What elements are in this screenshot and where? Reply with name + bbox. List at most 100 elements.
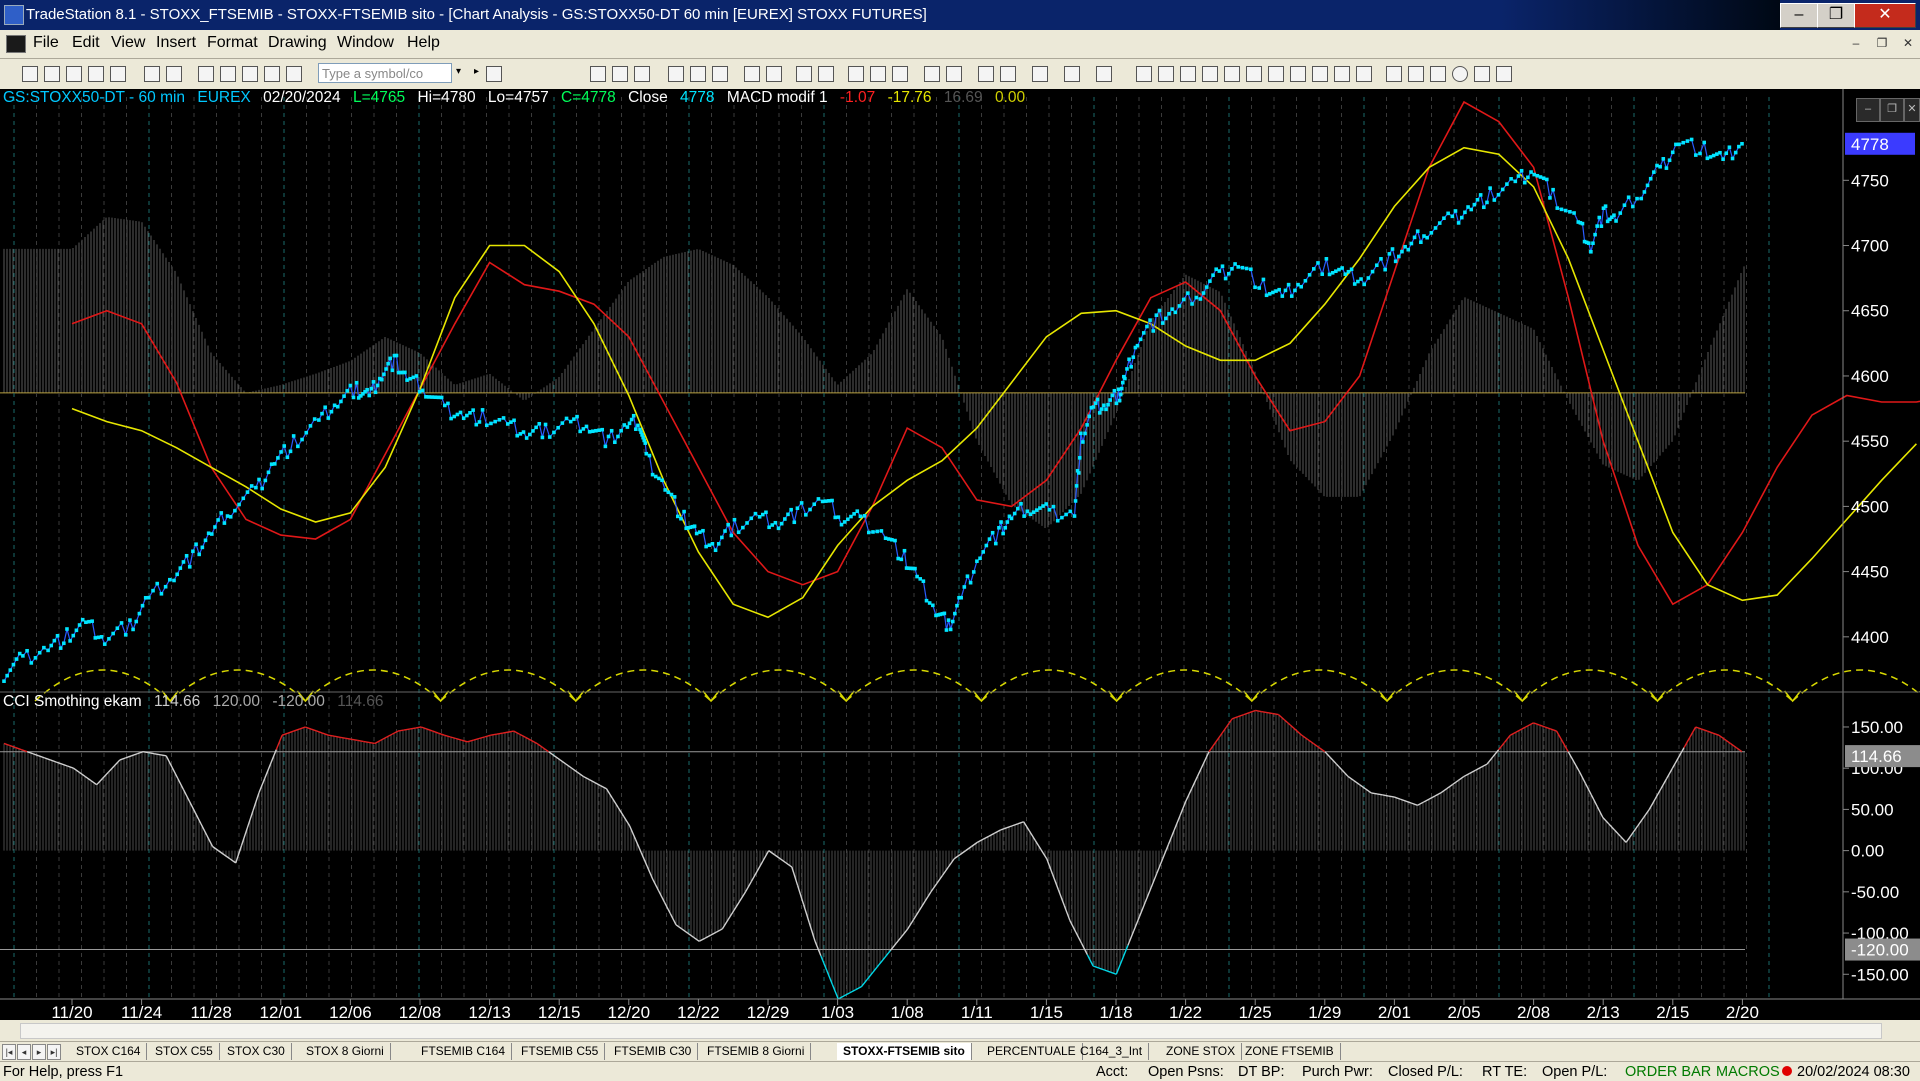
text-icon[interactable] [1496,66,1512,82]
pointer-icon[interactable] [978,66,994,82]
menu-edit[interactable]: Edit [72,34,100,52]
close-price-point [525,436,529,440]
close-price-point [53,639,57,643]
tab-stox-8-giorni[interactable]: STOX 8 Giorni [300,1043,391,1060]
tab-stoxx-ftsemib-sito[interactable]: STOXX-FTSEMIB sito [837,1043,972,1060]
trendline-icon[interactable] [1136,66,1152,82]
tab-c164-3-int[interactable]: C164_3_Int [1074,1043,1149,1060]
rectangle-icon[interactable] [1474,66,1490,82]
paste-icon[interactable] [110,66,126,82]
close-price-point [859,515,863,519]
buy-arrow-icon[interactable] [1386,66,1402,82]
horizontal-lines-icon[interactable] [1180,66,1196,82]
expand-icon[interactable] [892,66,908,82]
menu-window[interactable]: Window [337,34,394,52]
mdi-minimize-button[interactable]: ‒ [1846,34,1866,52]
insert-study-icon[interactable] [796,66,812,82]
speed-lines-icon[interactable] [1224,66,1240,82]
order-bar-button[interactable]: ORDER BAR [1625,1064,1711,1080]
chart-icon[interactable] [198,66,214,82]
menu-drawing[interactable]: Drawing [268,34,327,52]
close-button[interactable]: ✕ [1854,3,1916,28]
tab-ftsemib-c55[interactable]: FTSEMIB C55 [515,1043,605,1060]
bars-icon[interactable] [848,66,864,82]
chart-restore-button[interactable]: ❐ [1880,98,1904,122]
pen-icon[interactable] [1356,66,1372,82]
quotes-icon[interactable] [264,66,280,82]
tab-ftsemib-8-giorni[interactable]: FTSEMIB 8 Giorni [701,1043,811,1060]
prev-tab-icon[interactable]: ◂ [17,1044,31,1060]
minimize-button[interactable]: ‒ [1780,3,1818,28]
chart-minimize-button[interactable]: ‒ [1856,98,1880,122]
last-tab-icon[interactable]: ▸| [47,1044,61,1060]
zoom-in-icon[interactable] [924,66,940,82]
save-icon[interactable] [66,66,82,82]
format-chart-icon[interactable] [744,66,760,82]
menu-format[interactable]: Format [207,34,258,52]
scroll-thumb[interactable] [20,1023,1882,1039]
circle-icon[interactable] [1452,66,1468,82]
close-price-point [1316,261,1320,265]
menu-help[interactable]: Help [407,34,440,52]
copy-icon[interactable] [88,66,104,82]
indicator-icon[interactable] [766,66,782,82]
alerts-icon[interactable] [1064,66,1080,82]
first-tab-icon[interactable]: |◂ [2,1044,16,1060]
settings-icon[interactable] [1096,66,1112,82]
horizontal-scrollbar[interactable] [0,1020,1920,1041]
tab-percentuale[interactable]: PERCENTUALE [981,1043,1083,1060]
tools-icon[interactable] [1032,66,1048,82]
tab-zone-stox[interactable]: ZONE STOX [1160,1043,1242,1060]
table-icon[interactable] [612,66,628,82]
arc-icon[interactable] [1312,66,1328,82]
search-symbol-icon[interactable] [486,66,502,82]
mdi-restore-button[interactable]: ❐ [1872,34,1892,52]
refresh-icon[interactable] [690,66,706,82]
andrews-pitchfork-icon[interactable] [1268,66,1284,82]
lock-icon[interactable] [242,66,258,82]
close-price-point [342,394,346,398]
fibonacci-icon[interactable] [1202,66,1218,82]
wave-icon[interactable] [668,66,684,82]
globe-icon[interactable] [286,66,302,82]
mdi-close-button[interactable]: ✕ [1898,34,1918,52]
close-price-point [430,395,434,399]
dropdown-icon[interactable]: ▾ [456,66,470,80]
grid-icon[interactable] [634,66,650,82]
tab-stox-c164[interactable]: STOX C164 [70,1043,147,1060]
crosshair-icon[interactable] [1000,66,1016,82]
tab-zone-ftsemib[interactable]: ZONE FTSEMIB [1239,1043,1341,1060]
tab-ftsemib-c30[interactable]: FTSEMIB C30 [608,1043,698,1060]
compress-icon[interactable] [870,66,886,82]
tab-stox-c55[interactable]: STOX C55 [149,1043,220,1060]
up-arrow-icon[interactable] [1430,66,1446,82]
cycle-icon[interactable] [712,66,728,82]
menu-file[interactable]: File [33,34,59,52]
chart-window-icon[interactable] [6,35,26,53]
zoom-out-icon[interactable] [946,66,962,82]
tab-ftsemib-c164[interactable]: FTSEMIB C164 [415,1043,512,1060]
next-tab-icon[interactable]: ▸ [32,1044,46,1060]
sell-arrow-icon[interactable] [1408,66,1424,82]
channel-icon[interactable] [1290,66,1306,82]
spiral-icon[interactable] [1334,66,1350,82]
symbol-input[interactable]: Type a symbol/co [318,63,452,83]
new-icon[interactable] [22,66,38,82]
radar-icon[interactable] [220,66,236,82]
menu-view[interactable]: View [111,34,145,52]
print-icon[interactable] [144,66,160,82]
close-price-point [1526,176,1530,180]
workspace-tabs: |◂ ◂ ▸ ▸| STOX C164STOX C55STOX C30 STOX … [0,1041,1920,1062]
chart-canvas[interactable]: 440044504500455046004650470047504778 150… [0,89,1920,1025]
gann-fan-icon[interactable] [1246,66,1262,82]
print-preview-icon[interactable] [166,66,182,82]
open-icon[interactable] [44,66,60,82]
menu-insert[interactable]: Insert [156,34,196,52]
strategy-icon[interactable] [818,66,834,82]
data-window-icon[interactable] [590,66,606,82]
chart-close-button[interactable]: ✕ [1904,98,1920,122]
tab-stox-c30[interactable]: STOX C30 [221,1043,292,1060]
maximize-button[interactable]: ❐ [1817,3,1855,28]
macros-button[interactable]: MACROS [1716,1064,1780,1080]
vertical-lines-icon[interactable] [1158,66,1174,82]
